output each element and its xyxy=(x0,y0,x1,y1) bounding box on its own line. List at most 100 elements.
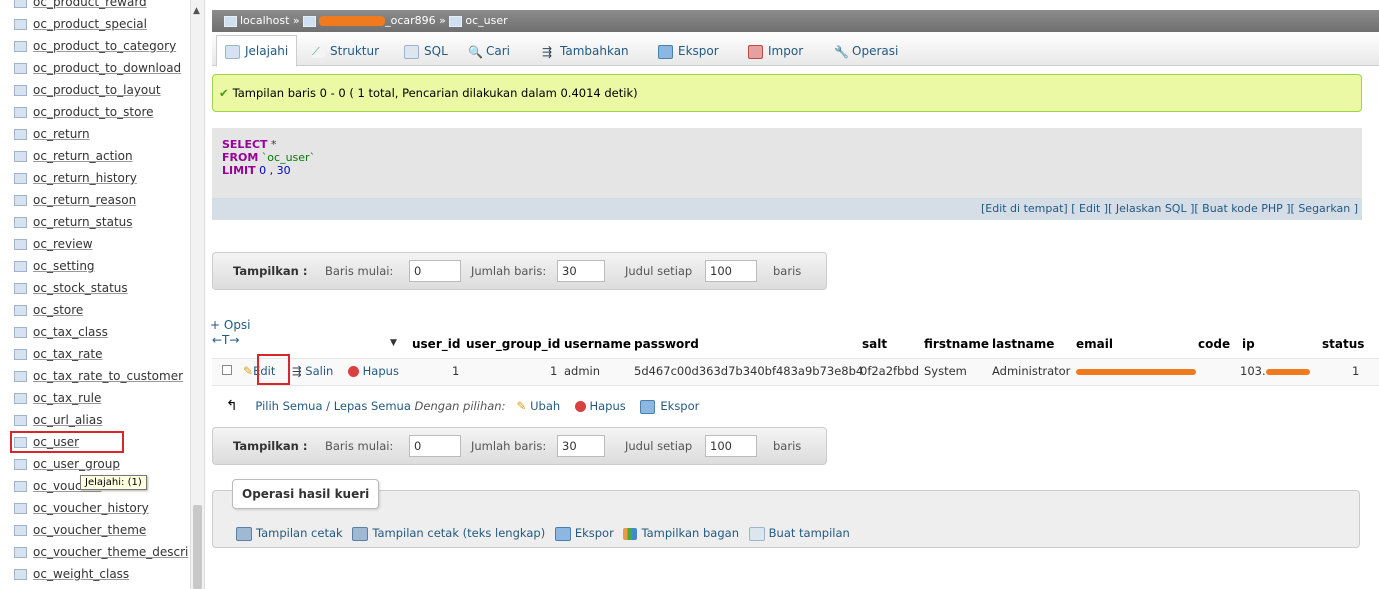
column-sort-arrows[interactable]: ←T→ xyxy=(212,333,239,347)
table-icon[interactable] xyxy=(14,0,27,8)
sidebar-item-oc-review[interactable]: oc_review xyxy=(0,233,190,255)
chart-icon[interactable] xyxy=(623,527,638,540)
print-view-full-link[interactable]: Tampilan cetak (teks lengkap) xyxy=(372,526,545,540)
table-icon[interactable] xyxy=(14,282,27,294)
sidebar-item-label[interactable]: oc_return_action xyxy=(33,145,133,167)
table-icon[interactable] xyxy=(14,194,27,206)
sidebar-item-label[interactable]: oc_user xyxy=(33,431,79,453)
table-icon[interactable] xyxy=(14,436,27,448)
cell-status[interactable]: 1 xyxy=(1352,364,1359,378)
table-icon[interactable] xyxy=(14,106,27,118)
table-icon[interactable] xyxy=(14,62,27,74)
sidebar-item-oc-tax-rate-to-customer[interactable]: oc_tax_rate_to_customer xyxy=(0,365,190,387)
cell-ip[interactable]: 103. xyxy=(1240,364,1310,378)
table-icon[interactable] xyxy=(14,326,27,338)
sidebar-item-oc-product-to-download[interactable]: oc_product_to_download xyxy=(0,57,190,79)
breadcrumb-table[interactable]: oc_user xyxy=(465,14,507,27)
scroll-thumb[interactable] xyxy=(193,505,202,589)
tab-ekspor[interactable]: Ekspor xyxy=(650,38,727,64)
column-header-lastname[interactable]: lastname xyxy=(992,337,1054,351)
sidebar-item-oc-return-status[interactable]: oc_return_status xyxy=(0,211,190,233)
sidebar-item-oc-weight-class[interactable]: oc_weight_class xyxy=(0,563,190,585)
cell-salt[interactable]: 0f2a2fbbd xyxy=(860,364,919,378)
bulk-change-button[interactable]: Ubah xyxy=(530,399,560,413)
sidebar-item-label[interactable]: oc_return_history xyxy=(33,167,137,189)
sidebar-item-label[interactable]: oc_product_to_layout xyxy=(33,79,161,101)
column-header-status[interactable]: status xyxy=(1322,337,1364,351)
cell-firstname[interactable]: System xyxy=(924,364,967,378)
sidebar-item-oc-tax-rule[interactable]: oc_tax_rule xyxy=(0,387,190,409)
table-icon[interactable] xyxy=(14,216,27,228)
export-icon[interactable] xyxy=(554,526,571,541)
column-header-email[interactable]: email xyxy=(1076,337,1113,351)
create-php-code-link[interactable]: [ Buat kode PHP ] xyxy=(1194,202,1290,215)
tab-sql[interactable]: SQL xyxy=(396,38,456,64)
table-icon[interactable] xyxy=(14,524,27,536)
display-chart-link[interactable]: Tampilkan bagan xyxy=(641,526,739,540)
options-link[interactable]: + Opsi xyxy=(210,318,251,332)
sidebar-item-label[interactable]: oc_tax_rate_to_customer xyxy=(33,365,183,387)
column-header-code[interactable]: code xyxy=(1198,337,1230,351)
sidebar-item-oc-voucher-theme[interactable]: oc_voucher_theme xyxy=(0,519,190,541)
sidebar-item-oc-user-group[interactable]: oc_user_group xyxy=(0,453,190,475)
copy-label[interactable]: Salin xyxy=(305,364,333,378)
delete-icon[interactable] xyxy=(574,401,586,412)
cell-email[interactable] xyxy=(1076,364,1196,378)
cell-username[interactable]: admin xyxy=(564,364,600,378)
cell-lastname[interactable]: Administrator xyxy=(992,364,1070,378)
sidebar-item-label[interactable]: oc_product_to_category xyxy=(33,35,176,57)
sidebar-scrollbar[interactable]: ▲ xyxy=(190,0,204,589)
explain-sql-link[interactable]: [ Jelaskan SQL ] xyxy=(1108,202,1194,215)
sidebar-item-oc-user[interactable]: oc_user xyxy=(10,431,124,453)
sidebar-item-oc-product-special[interactable]: oc_product_special xyxy=(0,13,190,35)
column-header-firstname[interactable]: firstname xyxy=(924,337,989,351)
sql-keyword[interactable]: SELECT xyxy=(222,138,268,151)
sidebar-item-oc-url-alias[interactable]: oc_url_alias xyxy=(0,409,190,431)
scroll-up-arrow-icon[interactable]: ▲ xyxy=(193,6,200,16)
start-row-input[interactable]: 0 xyxy=(409,435,461,457)
sidebar-item-label[interactable]: oc_voucher_history xyxy=(33,497,149,519)
column-dropdown-icon[interactable]: ▼ xyxy=(390,338,397,348)
column-header-username[interactable]: username xyxy=(564,337,631,351)
sidebar-item-label[interactable]: oc_product_to_download xyxy=(33,57,181,79)
sidebar-item-oc-product-reward[interactable]: oc_product_reward xyxy=(0,0,190,13)
sidebar-item-label[interactable]: oc_tax_rule xyxy=(33,387,101,409)
export-link[interactable]: Ekspor xyxy=(575,526,614,540)
table-icon[interactable] xyxy=(14,238,27,250)
pencil-icon[interactable]: ✎ xyxy=(243,364,253,378)
breadcrumb-server[interactable]: localhost xyxy=(240,14,289,27)
sidebar-item-oc-return-history[interactable]: oc_return_history xyxy=(0,167,190,189)
sidebar-item-oc-store[interactable]: oc_store xyxy=(0,299,190,321)
sidebar-item-label[interactable]: oc_stock_status xyxy=(33,277,128,299)
refresh-link[interactable]: [ Segarkan ] xyxy=(1291,202,1358,215)
print-icon[interactable] xyxy=(236,526,252,541)
sidebar-item-label[interactable]: oc_voucher_theme_descri xyxy=(33,541,188,563)
table-icon[interactable] xyxy=(14,458,27,470)
sidebar-item-oc-product-to-category[interactable]: oc_product_to_category xyxy=(0,35,190,57)
row-count-input[interactable]: 30 xyxy=(557,260,605,282)
table-icon[interactable] xyxy=(14,370,27,382)
sidebar-item-label[interactable]: oc_store xyxy=(33,299,83,321)
copy-icon[interactable]: ⇶ xyxy=(292,364,302,378)
start-row-input[interactable]: 0 xyxy=(409,260,461,282)
sidebar-item-oc-product-to-layout[interactable]: oc_product_to_layout xyxy=(0,79,190,101)
column-header-ip[interactable]: ip xyxy=(1242,337,1255,351)
table-icon[interactable] xyxy=(14,40,27,52)
delete-row-link[interactable]: Hapus xyxy=(348,364,399,378)
tab-cari[interactable]: 🔍 Cari xyxy=(460,38,518,64)
edit-link[interactable]: [ Edit ] xyxy=(1071,202,1108,215)
pencil-icon[interactable]: ✎ xyxy=(516,399,526,413)
table-icon[interactable] xyxy=(14,502,27,514)
table-icon[interactable] xyxy=(14,568,27,580)
sidebar-item-label[interactable]: oc_return xyxy=(33,123,90,145)
sidebar-item-label[interactable]: oc_url_alias xyxy=(33,409,102,431)
tab-tambahkan[interactable]: ⇶ Tambahkan xyxy=(534,38,637,64)
sidebar-item-oc-return-reason[interactable]: oc_return_reason xyxy=(0,189,190,211)
table-icon[interactable] xyxy=(14,304,27,316)
sidebar-item-label[interactable]: oc_voucher_theme xyxy=(33,519,146,541)
sidebar-item-oc-setting[interactable]: oc_setting xyxy=(0,255,190,277)
column-header-user-id[interactable]: user_id xyxy=(412,337,460,351)
sidebar-item-oc-tax-class[interactable]: oc_tax_class xyxy=(0,321,190,343)
delete-label[interactable]: Hapus xyxy=(363,364,399,378)
sidebar-item-oc-product-to-store[interactable]: oc_product_to_store xyxy=(0,101,190,123)
